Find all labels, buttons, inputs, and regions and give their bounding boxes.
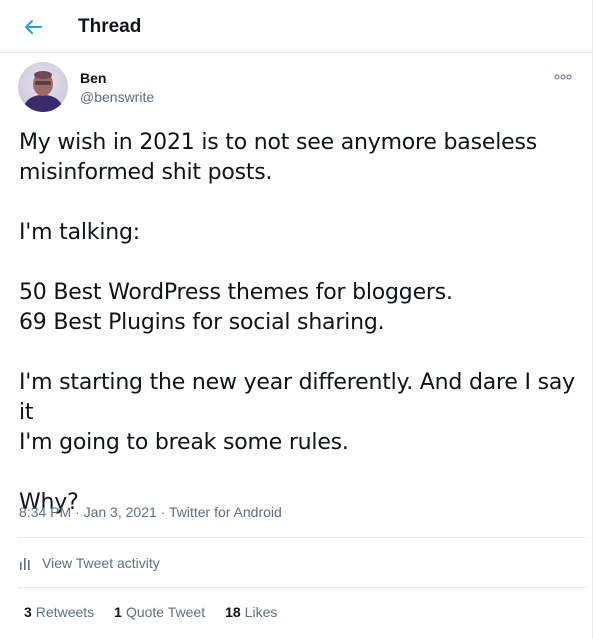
tweet-meta: 8:34 PM · Jan 3, 2021 · Twitter for Andr… xyxy=(19,504,282,521)
more-dots-icon xyxy=(554,74,572,80)
tweet-line: I'm starting the new year differently. A… xyxy=(19,370,575,425)
tweet-line: misinformed shit posts. xyxy=(19,160,273,185)
more-options-button[interactable] xyxy=(552,68,574,86)
author-handle[interactable]: @benswrite xyxy=(80,89,154,106)
back-arrow-icon xyxy=(25,20,42,34)
likes-stat[interactable]: 18 Likes xyxy=(225,604,277,621)
view-tweet-activity-label: View Tweet activity xyxy=(42,555,160,571)
avatar[interactable] xyxy=(18,62,68,112)
page-header: Thread xyxy=(0,0,592,53)
view-tweet-activity-link[interactable]: View Tweet activity xyxy=(19,553,160,573)
tweet-thread-page: Thread Ben @benswrite My wish in 2021 is… xyxy=(0,0,593,639)
likes-count: 18 xyxy=(225,604,241,620)
meta-separator: · xyxy=(156,504,169,520)
quote-tweets-label: Quote Tweet xyxy=(125,604,206,620)
tweet-line: My wish in 2021 is to not see anymore ba… xyxy=(19,130,537,155)
quote-tweets-stat[interactable]: 1 Quote Tweet xyxy=(114,604,205,621)
meta-separator: · xyxy=(71,504,84,520)
tweet-stats: 3 Retweets 1 Quote Tweet 18 Likes xyxy=(24,604,297,621)
divider xyxy=(18,587,587,588)
retweets-stat[interactable]: 3 Retweets xyxy=(24,604,94,621)
tweet-line: I'm going to break some rules. xyxy=(19,430,349,455)
tweet-date[interactable]: Jan 3, 2021 xyxy=(84,504,157,520)
back-button[interactable] xyxy=(16,10,50,44)
tweet-text: My wish in 2021 is to not see anymore ba… xyxy=(19,128,575,518)
author-name[interactable]: Ben xyxy=(80,70,106,87)
retweets-count: 3 xyxy=(24,604,32,620)
page-title: Thread xyxy=(78,16,142,37)
tweet-author: Ben @benswrite xyxy=(18,62,574,116)
tweet-line: 69 Best Plugins for social sharing. xyxy=(19,310,385,335)
quote-tweets-count: 1 xyxy=(114,604,122,620)
bar-chart-icon xyxy=(20,558,30,570)
divider xyxy=(18,537,587,538)
tweet-source[interactable]: Twitter for Android xyxy=(169,504,282,520)
retweets-label: Retweets xyxy=(35,604,95,620)
likes-label: Likes xyxy=(244,604,278,620)
tweet-line: 50 Best WordPress themes for bloggers. xyxy=(19,280,453,305)
tweet-time[interactable]: 8:34 PM xyxy=(19,504,71,520)
tweet-line: I'm talking: xyxy=(19,220,140,245)
